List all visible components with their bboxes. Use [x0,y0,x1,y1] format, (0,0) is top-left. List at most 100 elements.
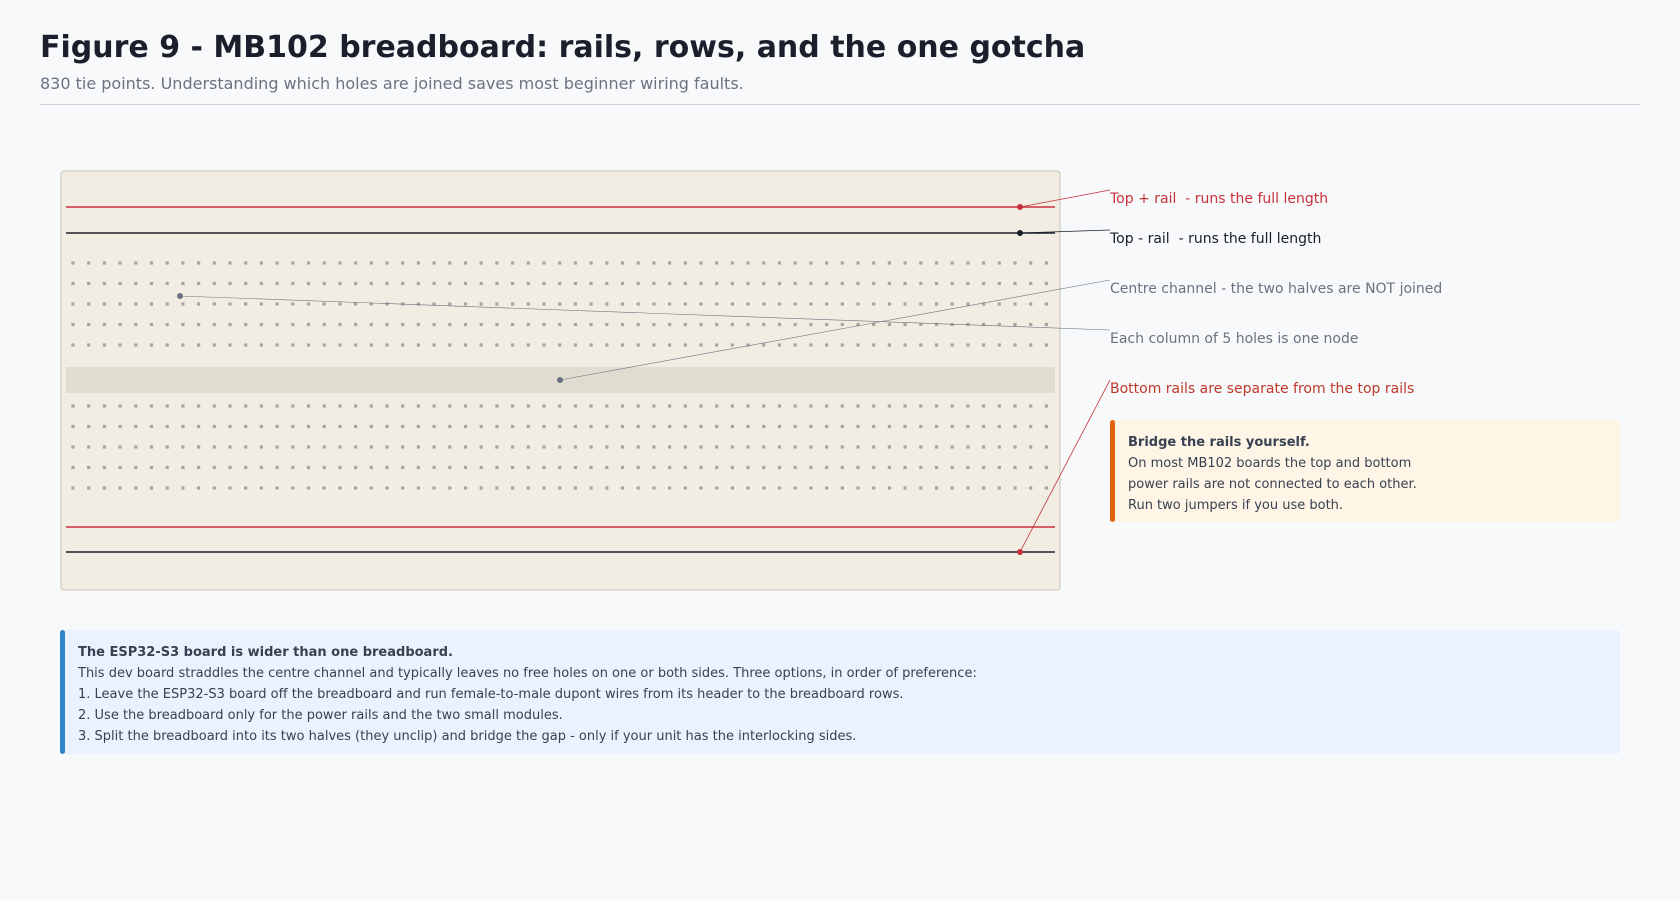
tie-point-hole [683,404,687,408]
tie-point-hole [291,261,295,265]
tie-point-hole [291,302,295,306]
tie-point-hole [919,404,923,408]
tie-point-hole [793,445,797,449]
tie-point-hole [872,281,876,286]
tie-point-hole [385,261,389,265]
tie-point-hole [71,261,75,265]
tie-point-hole [228,302,232,306]
tie-point-hole [950,302,954,306]
tie-point-hole [149,281,154,286]
tie-point-hole [982,281,986,286]
tie-point-hole [950,404,954,408]
tie-point-hole [322,302,326,306]
tie-point-hole [573,261,577,265]
tie-point-hole [1013,302,1017,306]
tie-point-hole [134,486,138,490]
tie-point-hole [919,465,923,470]
tie-point-hole [102,343,106,347]
tie-point-hole [165,343,169,347]
tie-point-hole [416,343,420,347]
tie-point-hole [369,486,373,490]
tie-point-hole [385,486,389,490]
tie-point-hole [165,404,169,408]
tie-point-hole [369,465,373,470]
tie-point-hole [730,465,734,470]
tie-point-hole [511,465,515,470]
tie-point-hole [1013,404,1017,408]
tie-point-hole [762,486,766,490]
tie-point-hole [149,486,154,490]
tie-point-hole [1029,486,1033,490]
tie-point-hole [87,445,91,449]
tie-point-hole [1044,404,1048,408]
tie-point-hole [322,343,326,347]
tie-point-hole [966,404,970,408]
tie-point-hole [777,322,782,327]
tie-point-hole [526,486,530,490]
tie-point-hole [197,343,201,347]
tie-point-hole [244,343,248,347]
tie-point-hole [840,302,844,306]
tie-point-hole [573,302,577,306]
tie-point-hole [620,465,625,470]
tie-point-hole [793,465,797,470]
tie-point-hole [401,322,405,327]
tie-point-hole [652,424,656,429]
tie-point-hole [605,486,609,490]
tie-point-hole [306,404,311,408]
tie-point-hole [652,281,656,286]
tie-point-hole [118,404,122,408]
tie-point-hole [589,465,593,470]
tie-point-hole [511,261,515,265]
tie-point-hole [997,302,1001,306]
tie-point-hole [966,486,970,490]
tie-point-hole [401,281,405,286]
tie-point-hole [746,281,750,286]
tie-point-hole [762,343,766,347]
tie-point-hole [495,445,499,449]
tie-point-hole [809,424,813,429]
tie-point-hole [197,486,201,490]
tie-point-hole [259,322,263,327]
tie-point-hole [511,281,515,286]
marker-bottom-rails [1017,549,1023,555]
tie-point-hole [118,322,122,327]
tie-point-hole [354,445,358,449]
tie-point-hole [683,465,687,470]
tie-point-hole [605,261,609,265]
tie-point-hole [463,486,468,490]
tie-point-hole [636,424,640,429]
tie-point-hole [966,261,970,265]
tie-point-hole [809,302,813,306]
tie-point-hole [1029,404,1033,408]
tie-point-hole [306,281,311,286]
tie-point-hole [322,261,326,265]
tie-point-hole [620,445,625,449]
tie-point-hole [903,486,907,490]
tie-point-hole [825,281,829,286]
tie-point-hole [102,302,106,306]
tie-point-hole [542,404,546,408]
tie-point-hole [432,465,436,470]
tie-point-hole [699,404,703,408]
label-bottom-rails: Bottom rails are separate from the top r… [1110,381,1414,397]
tie-point-hole [840,281,844,286]
tie-point-hole [668,424,672,429]
tie-point-hole [966,343,970,347]
tie-point-hole [197,302,201,306]
tie-point-hole [840,343,844,347]
tie-point-hole [715,445,719,449]
tie-point-hole [259,424,263,429]
tie-point-hole [212,261,216,265]
tie-point-hole [589,404,593,408]
tie-point-hole [825,302,829,306]
tie-point-hole [385,281,389,286]
tie-point-hole [872,261,876,265]
tie-point-hole [809,486,813,490]
tie-point-hole [887,322,891,327]
tie-point-hole [668,302,672,306]
tie-point-hole [134,302,138,306]
tie-point-hole [1044,281,1048,286]
tie-point-hole [165,445,169,449]
tie-point-hole [919,445,923,449]
